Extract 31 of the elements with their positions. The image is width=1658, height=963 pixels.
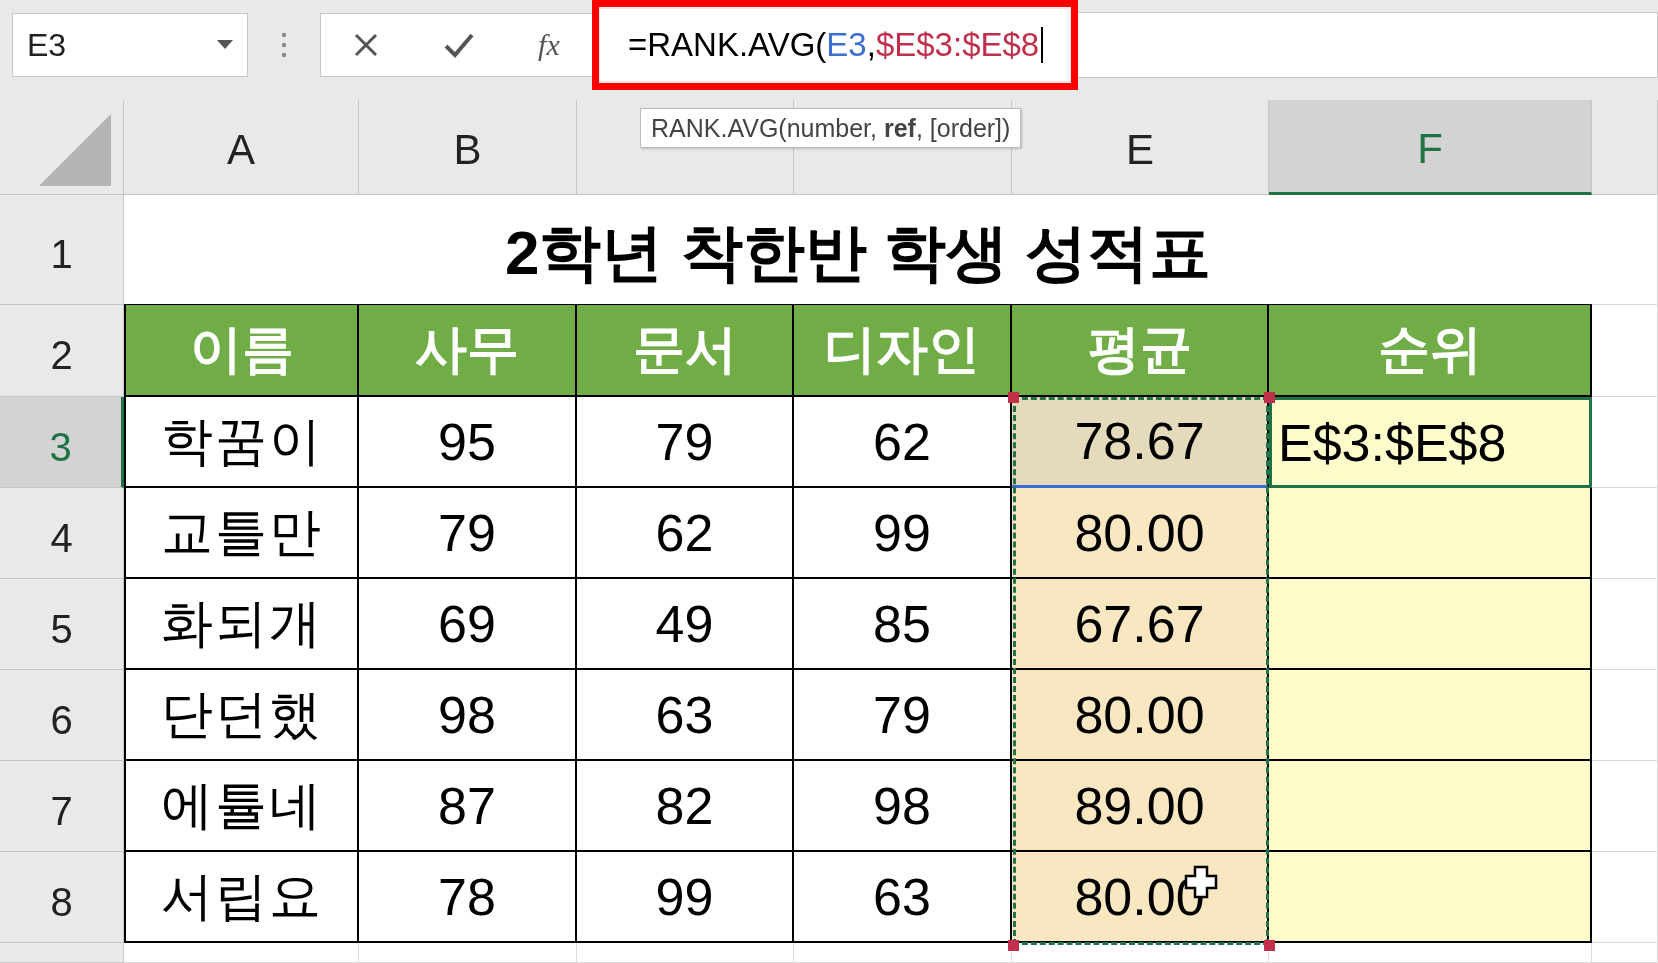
table-cell: 82: [577, 761, 794, 852]
table-cell: 62: [577, 488, 794, 579]
table-cell: 78: [359, 852, 577, 943]
table-cell: 학꿈이: [124, 397, 359, 488]
table-cell: 98: [359, 670, 577, 761]
table-cell: 화되개: [124, 579, 359, 670]
table-header-cell: 사무: [359, 305, 577, 397]
table-cell: 95: [359, 397, 577, 488]
table-cell: 69: [359, 579, 577, 670]
table-cell: 80.00: [1012, 670, 1269, 761]
table-header-cell: 디자인: [794, 305, 1012, 397]
table-header-cell: 순위: [1269, 305, 1592, 397]
table-cell: 49: [577, 579, 794, 670]
table-cell: 87: [359, 761, 577, 852]
table-cell: 99: [577, 852, 794, 943]
table-cell: 단던했: [124, 670, 359, 761]
table-cell: 교틀만: [124, 488, 359, 579]
table-header-cell: 문서: [577, 305, 794, 397]
table-cell: 78.67: [1012, 397, 1269, 488]
table-cell: 에튤네: [124, 761, 359, 852]
table-cell: 79: [359, 488, 577, 579]
table-header-cell: 이름: [124, 305, 359, 397]
table-cell: 67.67: [1012, 579, 1269, 670]
table-cell: 89.00: [1012, 761, 1269, 852]
cell-reference: E3: [27, 26, 67, 64]
table-cell: 서립요: [124, 852, 359, 943]
table-cell: 80.00: [1012, 488, 1269, 579]
table-cell: 63: [577, 670, 794, 761]
table-header-cell: 평균: [1012, 305, 1269, 397]
table-cell: 79: [577, 397, 794, 488]
function-tooltip: RANK.AVG(number, ref, [order]): [640, 108, 1022, 148]
